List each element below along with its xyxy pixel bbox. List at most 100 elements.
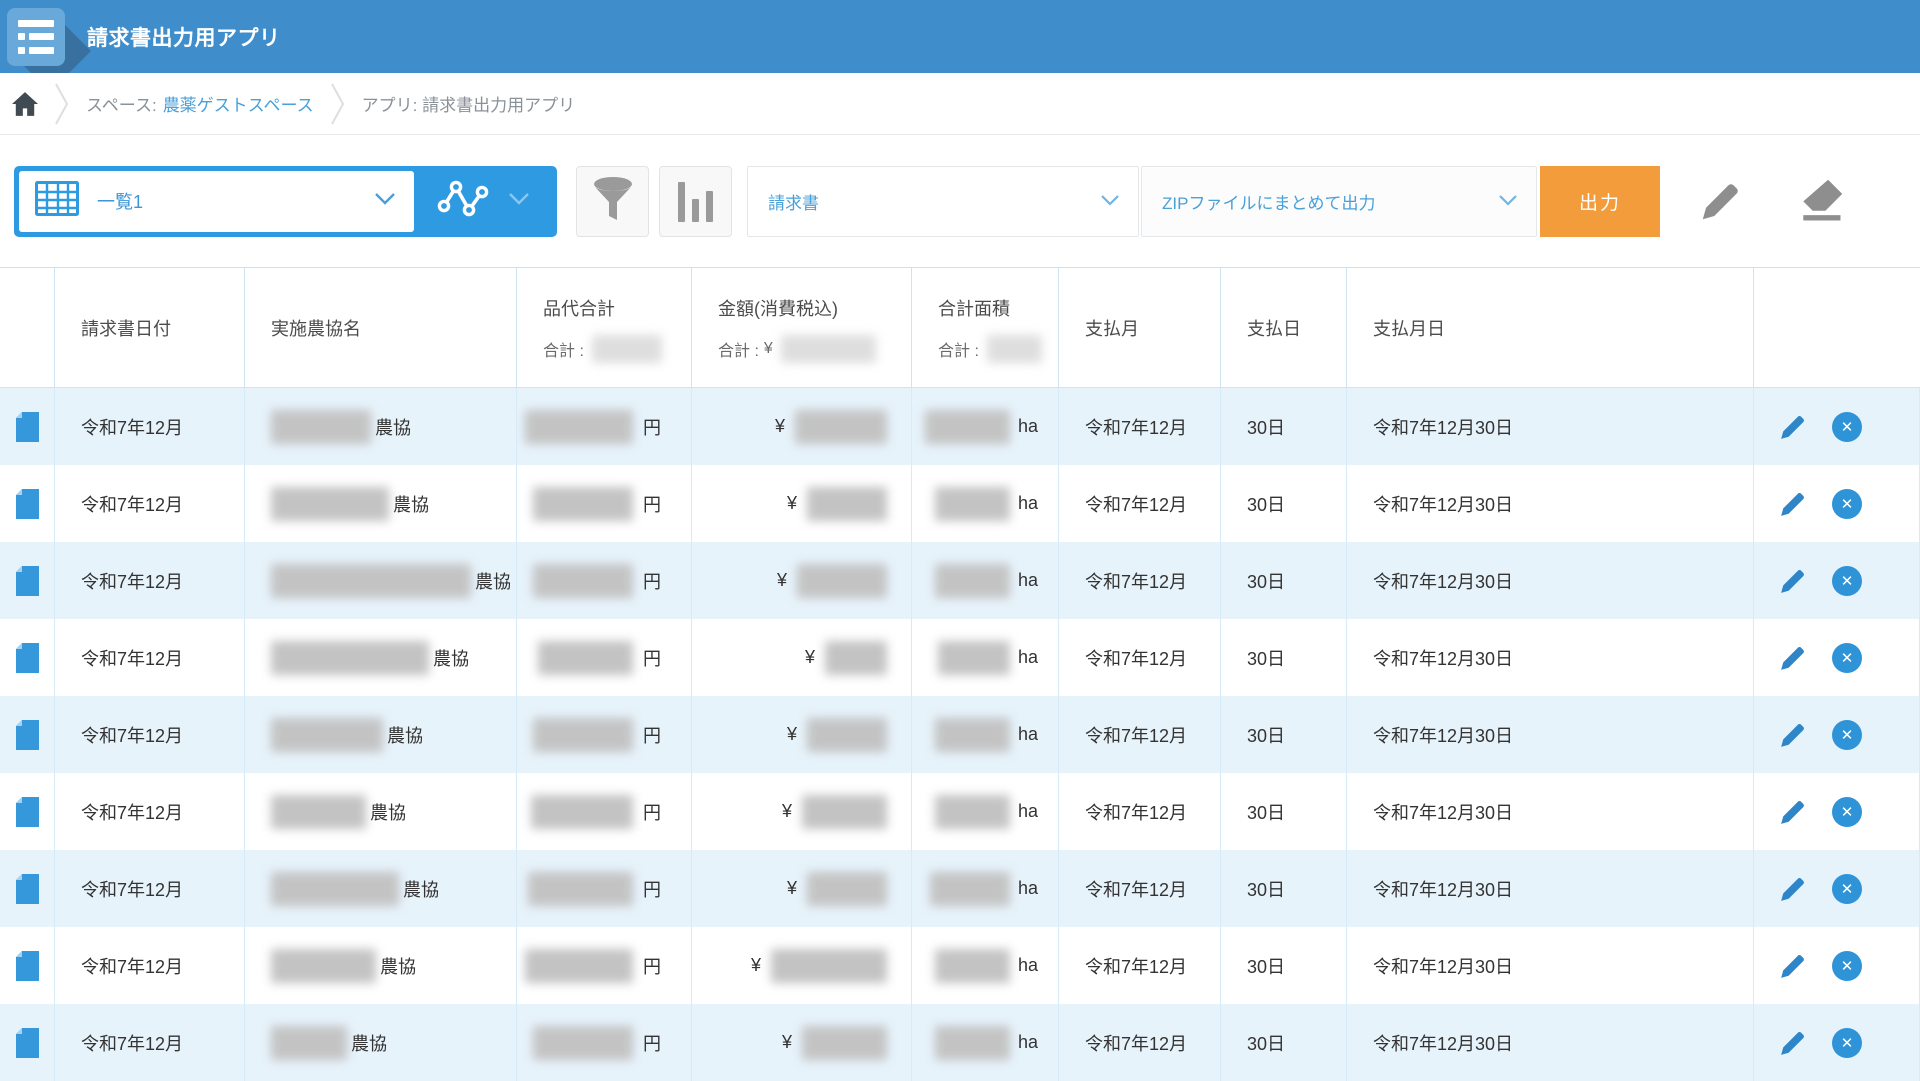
row-edit-pencil-icon[interactable] [1778,720,1808,750]
cell-pay-month: 令和7年12月 [1059,465,1221,542]
table-row[interactable]: 令和7年12月 農協 円 ¥ ha 令和7年12月 30日 令和7年12月30日… [0,465,1920,542]
row-edit-pencil-icon[interactable] [1778,797,1808,827]
cell-total-area: ha [912,465,1059,542]
item-total-unit: 円 [643,722,661,748]
cell-invoice-date: 令和7年12月 [55,542,245,619]
graph-select-dropdown[interactable] [414,171,552,232]
redacted-coop-name [271,564,471,598]
row-edit-pencil-icon[interactable] [1778,874,1808,904]
cell-item-total: 円 [517,927,692,1004]
row-delete-x-icon[interactable]: ✕ [1832,797,1862,827]
coop-name-suffix: 農協 [375,414,411,440]
breadcrumb-separator-icon [54,81,70,127]
header-invoice-date[interactable]: 請求書日付 [55,268,245,387]
view-select-dropdown[interactable]: 一覧1 [19,171,414,232]
pencil-icon[interactable] [1698,178,1744,224]
row-delete-x-icon[interactable]: ✕ [1832,720,1862,750]
row-delete-x-icon[interactable]: ✕ [1832,951,1862,981]
row-edit-pencil-icon[interactable] [1778,951,1808,981]
redacted-item-total [525,949,633,983]
table-row[interactable]: 令和7年12月 農協 円 ¥ ha 令和7年12月 30日 令和7年12月30日… [0,696,1920,773]
table-row[interactable]: 令和7年12月 農協 円 ¥ ha 令和7年12月 30日 令和7年12月30日… [0,850,1920,927]
row-edit-pencil-icon[interactable] [1778,412,1808,442]
table-row[interactable]: 令和7年12月 農協 円 ¥ ha 令和7年12月 30日 令和7年12月30日… [0,927,1920,1004]
yen-sign: ¥ [787,493,797,514]
row-edit-pencil-icon[interactable] [1778,1028,1808,1058]
row-delete-x-icon[interactable]: ✕ [1832,643,1862,673]
header-amount-label: 金額(消費税込) [718,295,838,321]
cell-record-icon [0,388,55,465]
header-item-total[interactable]: 品代合計 合計 : [517,268,692,387]
row-delete-x-icon[interactable]: ✕ [1832,412,1862,442]
home-icon[interactable] [12,92,38,116]
cell-pay-month-day: 令和7年12月30日 [1347,850,1754,927]
redacted-amount [825,641,887,675]
header-amount[interactable]: 金額(消費税込) 合計 :¥ [692,268,912,387]
app-header-bar: 請求書出力用アプリ [0,0,1920,73]
cell-invoice-date: 令和7年12月 [55,927,245,1004]
cell-pay-day: 30日 [1221,927,1347,1004]
redacted-item-total [528,872,633,906]
filter-button[interactable] [576,166,649,237]
redacted-area [935,564,1010,598]
record-document-icon[interactable] [16,874,39,904]
area-unit: ha [1018,955,1038,976]
table-row[interactable]: 令和7年12月 農協 円 ¥ ha 令和7年12月 30日 令和7年12月30日… [0,542,1920,619]
cell-coop-name: 農協 [245,850,517,927]
record-type-select[interactable]: 請求書 [747,166,1139,237]
header-coop-name[interactable]: 実施農協名 [245,268,517,387]
row-edit-pencil-icon[interactable] [1778,489,1808,519]
cell-total-area: ha [912,542,1059,619]
table-row[interactable]: 令和7年12月 農協 円 ¥ ha 令和7年12月 30日 令和7年12月30日… [0,773,1920,850]
header-item-total-label: 品代合計 [543,295,615,321]
record-document-icon[interactable] [16,566,39,596]
redacted-item-total [533,487,633,521]
redacted-total-value [987,335,1042,363]
record-document-icon[interactable] [16,797,39,827]
area-unit: ha [1018,1032,1038,1053]
header-pay-day[interactable]: 支払日 [1221,268,1347,387]
redacted-coop-name [271,487,389,521]
output-mode-select[interactable]: ZIPファイルにまとめて出力 [1141,166,1537,237]
coop-name-suffix: 農協 [370,799,406,825]
cell-pay-month-day: 令和7年12月30日 [1347,773,1754,850]
row-delete-x-icon[interactable]: ✕ [1832,1028,1862,1058]
header-pay-month[interactable]: 支払月 [1059,268,1221,387]
record-document-icon[interactable] [16,1028,39,1058]
record-document-icon[interactable] [16,643,39,673]
row-delete-x-icon[interactable]: ✕ [1832,566,1862,596]
record-document-icon[interactable] [16,489,39,519]
table-row[interactable]: 令和7年12月 農協 円 ¥ ha 令和7年12月 30日 令和7年12月30日… [0,388,1920,465]
spaces-menu-button[interactable] [7,8,65,66]
output-mode-value: ZIPファイルにまとめて出力 [1162,189,1375,214]
record-document-icon[interactable] [16,720,39,750]
record-document-icon[interactable] [16,951,39,981]
row-delete-x-icon[interactable]: ✕ [1832,489,1862,519]
header-select-column [0,268,55,387]
view-selector: 一覧1 [14,166,557,237]
cell-total-area: ha [912,388,1059,465]
redacted-coop-name [271,718,383,752]
table-row[interactable]: 令和7年12月 農協 円 ¥ ha 令和7年12月 30日 令和7年12月30日… [0,619,1920,696]
table-row[interactable]: 令和7年12月 農協 円 ¥ ha 令和7年12月 30日 令和7年12月30日… [0,1004,1920,1081]
space-link[interactable]: 農薬ゲストスペース [163,91,314,116]
header-total-area[interactable]: 合計面積 合計 : [912,268,1059,387]
chart-button[interactable] [659,166,732,237]
cell-record-icon [0,696,55,773]
table-body: 令和7年12月 農協 円 ¥ ha 令和7年12月 30日 令和7年12月30日… [0,388,1920,1081]
header-pay-month-day[interactable]: 支払月日 [1347,268,1754,387]
cell-item-total: 円 [517,1004,692,1081]
export-button[interactable]: 出力 [1540,166,1660,237]
cell-actions: ✕ [1754,465,1920,542]
cell-pay-day: 30日 [1221,542,1347,619]
row-delete-x-icon[interactable]: ✕ [1832,874,1862,904]
row-edit-pencil-icon[interactable] [1778,643,1808,673]
redacted-area [930,872,1010,906]
cell-coop-name: 農協 [245,619,517,696]
cell-coop-name: 農協 [245,542,517,619]
cell-total-area: ha [912,619,1059,696]
cell-item-total: 円 [517,542,692,619]
record-document-icon[interactable] [16,412,39,442]
row-edit-pencil-icon[interactable] [1778,566,1808,596]
eraser-icon[interactable] [1796,178,1846,224]
